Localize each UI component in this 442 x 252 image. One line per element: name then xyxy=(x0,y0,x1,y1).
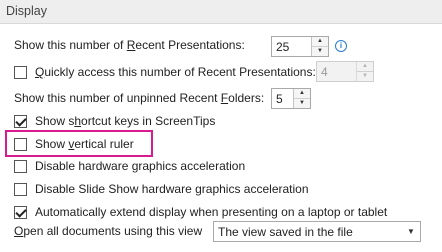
quick-access-label: Quickly access this number of Recent Pre… xyxy=(35,65,316,79)
auto-extend-label: Automatically extend display when presen… xyxy=(35,205,388,219)
spin-up-icon: ▲ xyxy=(357,62,373,72)
recent-folders-spinner[interactable]: 5 ▲ ▼ xyxy=(271,88,311,109)
recent-presentations-value[interactable]: 25 xyxy=(276,39,289,55)
spin-up-icon[interactable]: ▲ xyxy=(312,37,328,47)
section-header: Display xyxy=(0,0,442,24)
spin-down-icon: ▼ xyxy=(362,73,368,79)
spin-down-icon[interactable]: ▼ xyxy=(294,99,310,108)
chevron-down-icon[interactable]: ▼ xyxy=(402,222,420,241)
open-documents-select[interactable]: The view saved in the file ▼ xyxy=(213,221,421,242)
recent-folders-label: Show this number of unpinned Recent Fold… xyxy=(14,91,265,105)
slideshow-accel-label: Disable Slide Show hardware graphics acc… xyxy=(35,182,309,196)
quick-access-checkbox[interactable] xyxy=(14,66,27,79)
recent-presentations-label: Show this number of Recent Presentations… xyxy=(14,38,245,52)
section-title: Display xyxy=(6,4,47,18)
recent-presentations-spinner[interactable]: 25 ▲ ▼ xyxy=(271,36,329,57)
hw-accel-label: Disable hardware graphics acceleration xyxy=(35,159,246,173)
spin-down-icon[interactable]: ▼ xyxy=(312,47,328,56)
slideshow-accel-checkbox[interactable] xyxy=(14,183,27,196)
vertical-ruler-checkbox[interactable] xyxy=(14,138,27,151)
shortcut-keys-label: Show shortcut keys in ScreenTips xyxy=(35,114,216,128)
shortcut-keys-checkbox[interactable] xyxy=(14,115,27,128)
open-documents-label: Open all documents using this view xyxy=(14,224,203,238)
quick-access-value: 4 xyxy=(321,65,328,79)
quick-access-spinner: 4 ▲ ▼ xyxy=(316,61,374,82)
hw-accel-checkbox[interactable] xyxy=(14,160,27,173)
recent-folders-value[interactable]: 5 xyxy=(276,91,283,107)
spin-up-icon[interactable]: ▲ xyxy=(294,89,310,99)
open-documents-selected[interactable]: The view saved in the file xyxy=(218,224,353,240)
info-icon[interactable]: i xyxy=(335,40,347,52)
auto-extend-checkbox[interactable] xyxy=(14,206,27,219)
vertical-ruler-label: Show vertical ruler xyxy=(35,137,134,151)
